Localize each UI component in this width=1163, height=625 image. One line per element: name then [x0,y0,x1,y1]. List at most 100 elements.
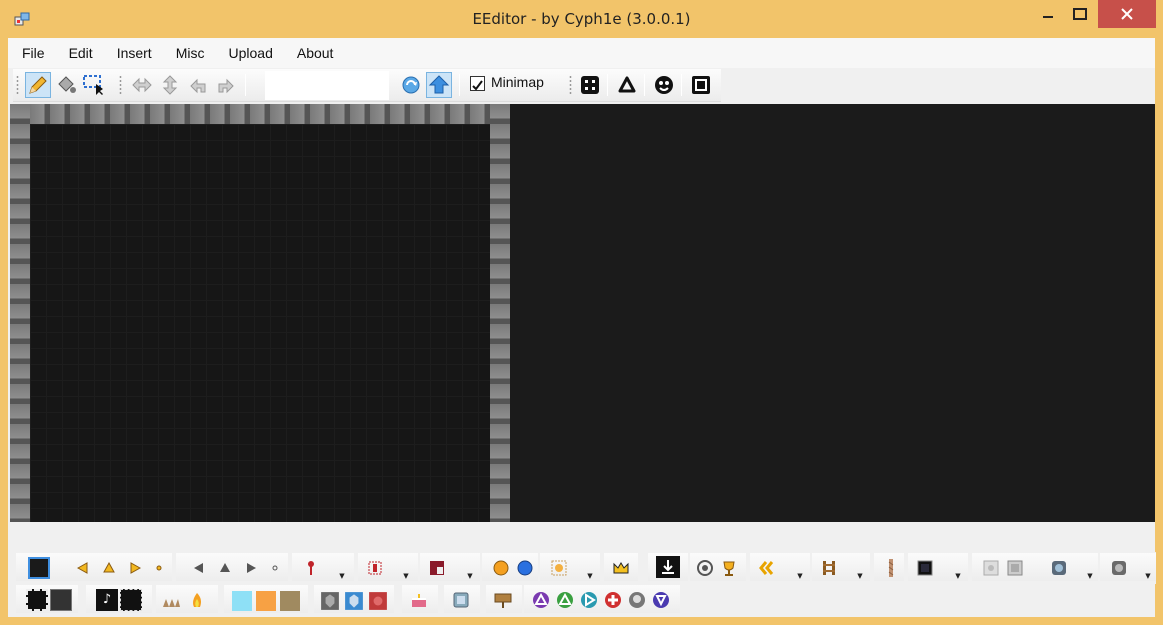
dark-block-icon[interactable] [916,559,934,577]
gravity-dot-icon[interactable] [266,559,284,577]
toolbar-grip[interactable] [16,75,19,96]
dropdown-arrow-icon[interactable]: ▼ [402,572,410,580]
gravity-right-icon[interactable] [242,559,260,577]
portal-icon[interactable] [1050,559,1068,577]
arrow-up-block-icon[interactable] [100,559,118,577]
gravity-left-icon[interactable] [190,559,208,577]
menu-edit[interactable]: Edit [59,41,103,65]
spikes-icon[interactable] [162,591,180,609]
block-group [486,585,522,613]
cake-icon[interactable] [410,591,428,609]
black-block[interactable] [28,557,50,579]
refresh-button[interactable] [398,72,424,98]
glass-block-icon[interactable] [452,591,470,609]
dropdown-arrow-icon[interactable]: ▼ [856,572,864,580]
fire-icon[interactable] [188,591,206,609]
effect-zombie-icon[interactable] [652,591,670,609]
dropdown-arrow-icon[interactable]: ▼ [796,572,804,580]
fill-tool-button[interactable] [53,72,79,98]
blue-shield-block-icon[interactable] [344,591,364,611]
flip-vertical-button[interactable] [157,72,183,98]
effect-block[interactable] [26,589,48,611]
flip-horizontal-button[interactable] [129,72,155,98]
triangle-icon [618,76,636,93]
red-block-icon[interactable] [368,591,388,611]
smiley-button[interactable] [651,72,677,98]
triangle-button[interactable] [614,72,640,98]
effect-jump-icon[interactable] [532,591,550,609]
sun-block-icon[interactable] [550,559,568,577]
toolbar-grip[interactable] [119,75,122,96]
checkmark-icon [472,80,483,91]
block-group [444,585,480,613]
block-group [156,585,218,613]
menu-insert[interactable]: Insert [107,41,162,65]
editor-canvas[interactable] [10,104,1155,522]
menu-file[interactable]: File [12,41,55,65]
portal-gray-icon[interactable] [982,559,1000,577]
toolbar-separator [245,74,246,96]
block-group [16,585,78,613]
coin-blue-icon[interactable] [516,559,534,577]
rope-icon[interactable] [882,559,900,577]
effect-protection-icon[interactable] [604,591,622,609]
rotate-right-button[interactable] [213,72,239,98]
menu-about[interactable]: About [287,41,344,65]
block-group: ▼ [1100,553,1156,581]
rotate-left-icon [190,78,206,94]
door-icon[interactable] [366,559,384,577]
coin-gold-icon[interactable] [492,559,510,577]
menu-upload[interactable]: Upload [218,41,282,65]
speed-boost-icon[interactable] [758,559,776,577]
minimap-checkbox[interactable] [470,76,485,91]
world-portal-icon[interactable] [1110,559,1128,577]
rotate-left-button[interactable] [185,72,211,98]
frame-icon [692,76,710,94]
dropdown-arrow-icon[interactable]: ▼ [338,572,346,580]
maximize-button[interactable] [1066,0,1094,28]
trophy-icon[interactable] [720,559,738,577]
select-tool-button[interactable] [81,72,107,98]
key-icon[interactable] [302,559,320,577]
world-map[interactable] [10,104,510,522]
brown-background-block[interactable] [280,591,300,611]
download-block[interactable] [656,556,680,578]
upload-button[interactable] [426,72,452,98]
gravity-up-icon[interactable] [216,559,234,577]
close-button[interactable] [1098,0,1156,28]
dot-block-icon[interactable] [150,559,168,577]
effect-block[interactable] [50,589,72,611]
music-note-block[interactable]: ♪ [96,589,118,611]
arrow-right-block-icon[interactable] [126,559,144,577]
dropdown-arrow-icon[interactable]: ▼ [586,572,594,580]
orange-background-block[interactable] [256,591,276,611]
menu-misc[interactable]: Misc [166,41,215,65]
minimize-button[interactable] [1034,0,1062,28]
frame-button[interactable] [688,72,714,98]
arrow-left-block-icon[interactable] [74,559,92,577]
shield-block-icon[interactable] [320,591,340,611]
ladder-icon[interactable] [820,559,838,577]
portal-frame-icon[interactable] [1006,559,1024,577]
effect-fly-icon[interactable] [556,591,574,609]
crown-icon[interactable] [612,559,630,577]
dropdown-arrow-icon[interactable]: ▼ [466,572,474,580]
checkpoint-icon[interactable] [696,559,714,577]
dropdown-arrow-icon[interactable]: ▼ [1086,572,1094,580]
dropdown-arrow-icon[interactable]: ▼ [1144,572,1152,580]
title-bar[interactable]: EEditor - by Cyph1e (3.0.0.1) [0,0,1163,38]
effect-curse-icon[interactable] [628,591,646,609]
percussion-block[interactable] [120,589,142,611]
coin-door-icon[interactable] [428,559,446,577]
grid-button[interactable] [577,72,603,98]
coordinates-field [265,71,389,100]
sign-icon[interactable] [494,591,512,609]
block-group [176,553,288,581]
cyan-background-block[interactable] [232,591,252,611]
dropdown-arrow-icon[interactable]: ▼ [954,572,962,580]
pencil-tool-button[interactable] [25,72,51,98]
block-group [690,553,746,581]
effect-speed-icon[interactable] [580,591,598,609]
map-background[interactable] [30,124,490,522]
toolbar-grip[interactable] [569,75,572,96]
